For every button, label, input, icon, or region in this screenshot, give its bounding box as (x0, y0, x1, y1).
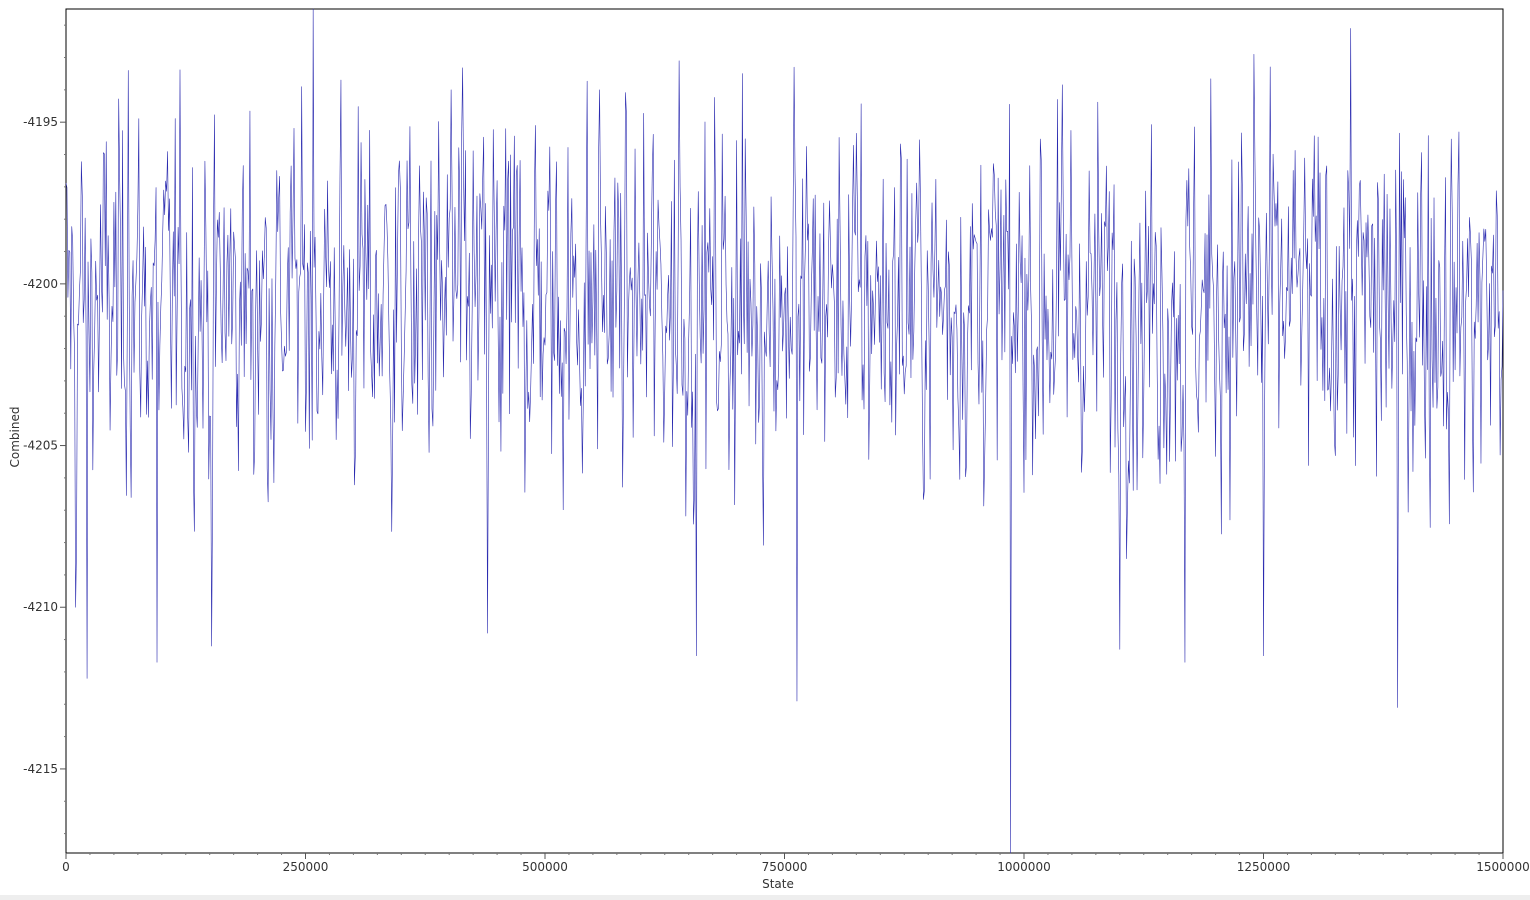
x-tick-label: 1500000 (1476, 860, 1529, 874)
y-tick-label: -4210 (23, 600, 58, 614)
x-axis: 0 250000 500000 750000 1000000 1250000 1500000 (62, 853, 1530, 874)
plot-area (65, 8, 1504, 854)
x-tick-label: 0 (62, 860, 70, 874)
y-tick-label: -4215 (23, 762, 58, 776)
y-axis: -4195 -4200 -4205 -4210 -4215 (23, 24, 66, 835)
y-axis-title: Combined (8, 407, 22, 468)
x-tick-label: 1000000 (997, 860, 1050, 874)
y-tick-label: -4205 (23, 439, 58, 453)
y-tick-label: -4200 (23, 277, 58, 291)
y-tick-label: -4195 (23, 115, 58, 129)
x-axis-title: State (762, 877, 794, 891)
chart: -4195 -4200 -4205 -4210 -4215 0 250000 500000 7… (8, 8, 1530, 891)
window-bottom-edge (0, 895, 1530, 900)
x-tick-label: 500000 (522, 860, 568, 874)
x-tick-label: 1250000 (1237, 860, 1290, 874)
x-tick-label: 250000 (283, 860, 329, 874)
x-tick-label: 750000 (762, 860, 808, 874)
